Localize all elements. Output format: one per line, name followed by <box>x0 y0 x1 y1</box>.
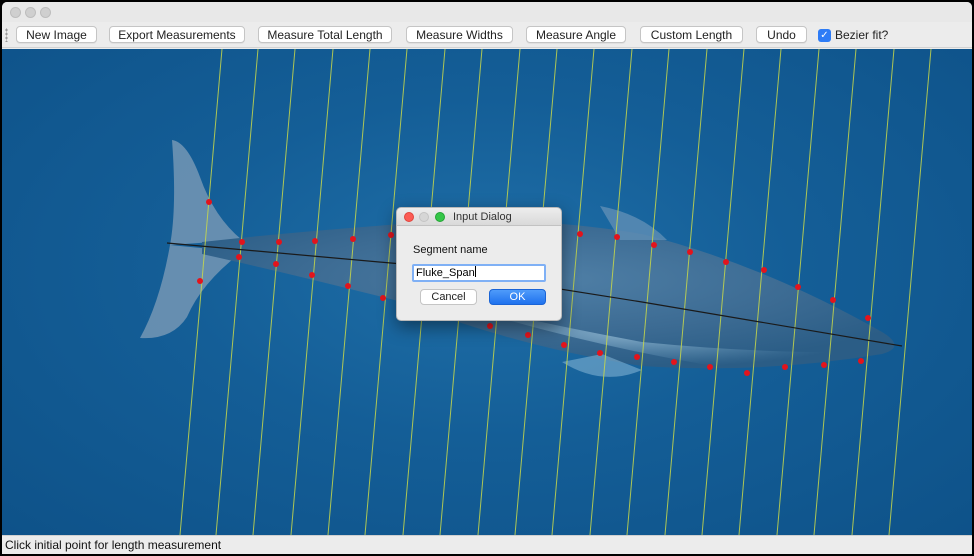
zoom-window-icon[interactable] <box>40 7 51 18</box>
new-image-button[interactable]: New Image <box>16 26 97 43</box>
bezier-fit-toggle[interactable]: ✓ Bezier fit? <box>818 28 888 42</box>
segment-name-value: Fluke_Span <box>416 267 475 279</box>
close-window-icon[interactable] <box>10 7 21 18</box>
toolbar-grip-icon[interactable] <box>5 28 8 42</box>
minimize-window-icon[interactable] <box>25 7 36 18</box>
dialog-title: Input Dialog <box>453 211 512 223</box>
dialog-zoom-icon[interactable] <box>435 212 445 222</box>
checkmark-icon[interactable]: ✓ <box>818 28 831 42</box>
bezier-fit-label: Bezier fit? <box>835 28 889 42</box>
cancel-button[interactable]: Cancel <box>420 289 477 305</box>
export-measurements-button[interactable]: Export Measurements <box>109 26 245 43</box>
title-bar <box>2 2 972 22</box>
dialog-close-icon[interactable] <box>404 212 414 222</box>
toolbar: New Image Export Measurements Measure To… <box>2 22 972 48</box>
text-caret <box>474 266 476 277</box>
ok-button[interactable]: OK <box>489 289 546 305</box>
custom-length-button[interactable]: Custom Length <box>640 26 743 43</box>
dialog-minimize-icon <box>419 212 429 222</box>
measure-total-length-button[interactable]: Measure Total Length <box>258 26 392 43</box>
segment-name-label: Segment name <box>413 244 488 256</box>
dialog-title-bar: Input Dialog <box>397 208 561 226</box>
segment-name-input[interactable]: Fluke_Span <box>412 264 546 282</box>
input-dialog: Input Dialog Segment name Fluke_Span Can… <box>396 207 562 321</box>
status-bar: Click initial point for length measureme… <box>2 535 972 554</box>
measure-angle-button[interactable]: Measure Angle <box>526 26 626 43</box>
measure-widths-button[interactable]: Measure Widths <box>406 26 513 43</box>
undo-button[interactable]: Undo <box>756 26 807 43</box>
